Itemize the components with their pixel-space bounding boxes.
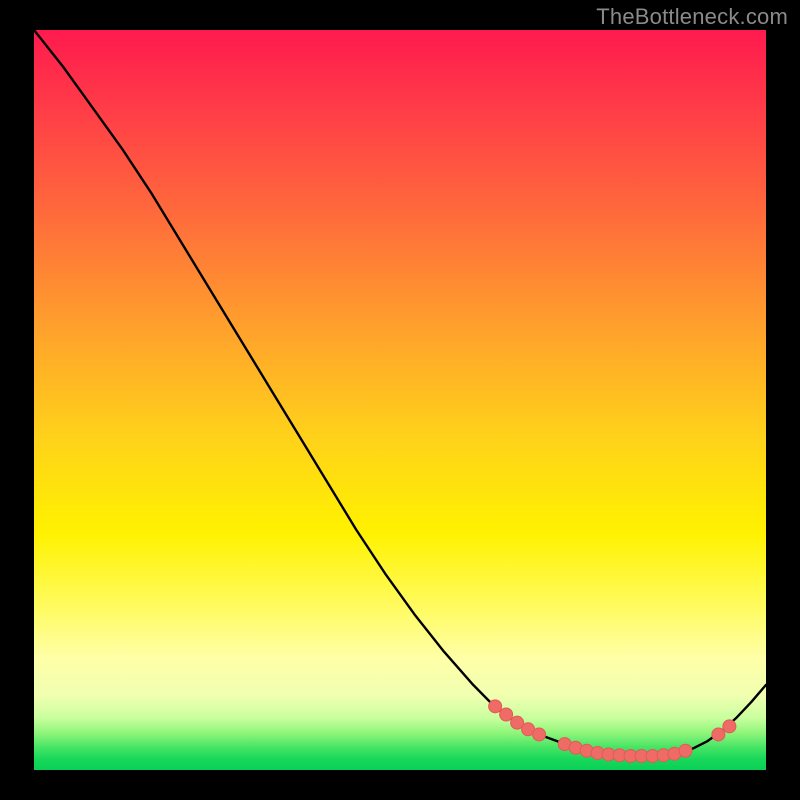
curve-marker (489, 700, 502, 713)
bottleneck-curve (34, 30, 766, 756)
watermark-text: TheBottleneck.com (596, 4, 788, 30)
chart-stage: TheBottleneck.com (0, 0, 800, 800)
curve-marker (679, 744, 692, 757)
curve-marker (723, 720, 736, 733)
curve-marker (533, 728, 546, 741)
curve-markers (489, 700, 736, 763)
curve-svg (34, 30, 766, 770)
curve-marker (712, 728, 725, 741)
curve-marker (500, 708, 513, 721)
plot-area (34, 30, 766, 770)
